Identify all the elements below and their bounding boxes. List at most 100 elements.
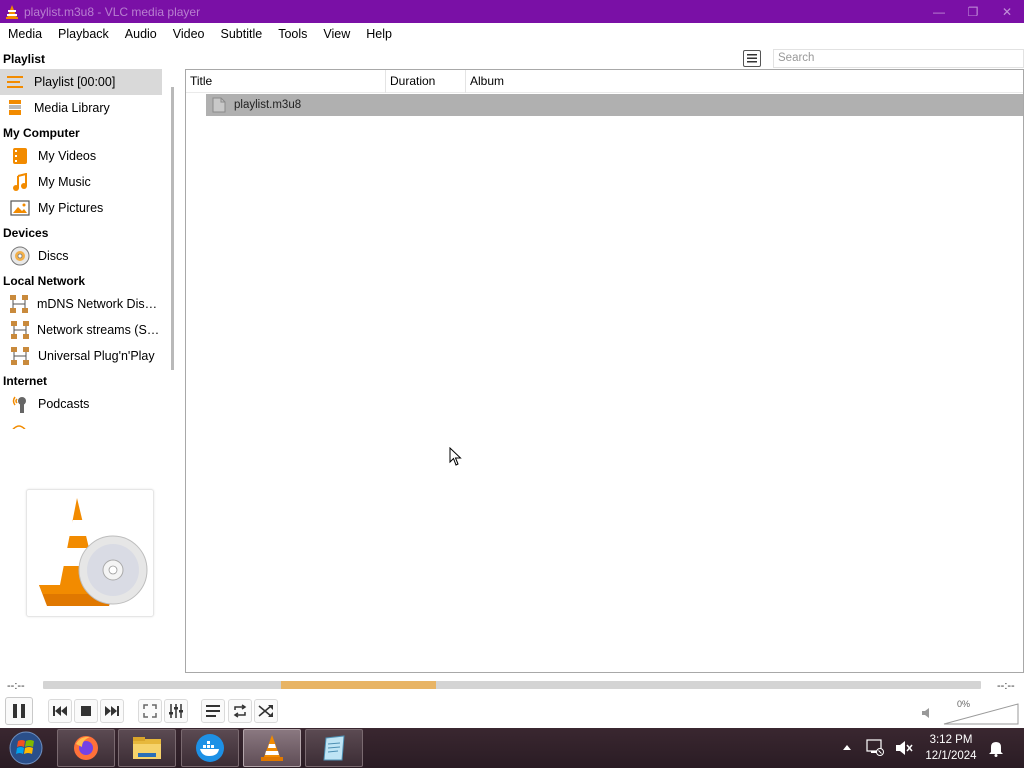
menu-tools[interactable]: Tools [270,23,315,45]
taskbar-docker[interactable] [181,729,239,767]
shuffle-button[interactable] [254,699,278,723]
section-heading-devices: Devices [3,226,49,240]
volume-slider[interactable] [943,703,1019,725]
taskbar-vlc[interactable] [243,729,301,767]
videos-icon [9,146,31,166]
search-input[interactable]: Search [773,49,1024,68]
seek-buffer [281,681,436,689]
elapsed-time: --:-- [7,680,25,692]
start-button[interactable] [3,729,49,767]
sidebar-item-playlist[interactable]: Playlist [00:00] [0,69,162,95]
menu-playback[interactable]: Playback [50,23,117,45]
pause-button[interactable] [5,697,33,725]
menu-bar: Media Playback Audio Video Subtitle Tool… [0,23,1024,45]
section-heading-playlist: Playlist [3,52,46,66]
taskbar: 3:12 PM 12/1/2024 [0,728,1024,768]
sidebar-item-podcasts[interactable]: Podcasts [0,391,162,417]
stop-icon [81,706,91,716]
sidebar: Playlist Playlist [00:00] Media Library … [0,47,176,672]
vlc-icon [261,735,283,761]
title-bar: playlist.m3u8 - VLC media player — ❐ ✕ [0,0,1024,23]
playlist-view-toggle-icon[interactable] [743,50,761,67]
vlc-app-icon [6,4,18,19]
playlist-header: Title Duration Album [186,70,1023,93]
sidebar-item-label: My Videos [38,149,97,163]
fullscreen-button[interactable] [138,699,162,723]
taskbar-file-explorer[interactable] [118,729,176,767]
network-tray-icon[interactable] [866,738,884,756]
section-heading-local-network: Local Network [3,274,86,288]
sidebar-scrollbar[interactable] [171,87,174,370]
extended-settings-button[interactable] [164,699,188,723]
fullscreen-icon [143,704,157,718]
network-icon [9,346,31,366]
sidebar-item-label: Discs [38,249,69,263]
remaining-time: --:-- [997,680,1015,692]
sidebar-item-label: Playlist [00:00] [34,75,116,89]
file-icon [212,97,226,113]
sidebar-item-label: My Music [38,175,91,189]
seek-slider[interactable] [43,681,981,689]
sidebar-item-label: Media Library [34,101,110,115]
folder-icon [133,737,161,759]
pause-icon [13,704,25,718]
playlist-panel: Title Duration Album playlist.m3u8 [185,69,1024,673]
menu-video[interactable]: Video [165,23,213,45]
sidebar-item-partial [9,421,159,429]
menu-audio[interactable]: Audio [117,23,165,45]
column-header-title[interactable]: Title [186,70,386,93]
sidebar-item-sap[interactable]: Network streams (SAP) [0,317,162,343]
sidebar-item-label: Network streams (SAP) [37,323,162,337]
window-title: playlist.m3u8 - VLC media player [24,4,201,19]
menu-subtitle[interactable]: Subtitle [213,23,271,45]
menu-help[interactable]: Help [358,23,400,45]
album-art [26,489,154,617]
sidebar-item-media-library[interactable]: Media Library [0,95,162,121]
sidebar-item-my-videos[interactable]: My Videos [0,143,162,169]
sidebar-item-label: Universal Plug'n'Play [38,349,155,363]
minimize-button[interactable]: — [922,0,956,23]
sidebar-item-upnp[interactable]: Universal Plug'n'Play [0,343,162,369]
playlist-toggle-icon [206,705,220,717]
firefox-icon [74,736,98,760]
close-button[interactable]: ✕ [990,0,1024,23]
playlist-toggle-button[interactable] [201,699,225,723]
menu-view[interactable]: View [315,23,358,45]
column-header-album[interactable]: Album [466,70,666,93]
column-header-duration[interactable]: Duration [386,70,466,93]
docker-icon [196,734,224,762]
taskbar-firefox[interactable] [57,729,115,767]
table-row[interactable]: playlist.m3u8 [206,94,1023,116]
speaker-icon[interactable] [921,707,935,719]
notification-icon[interactable] [988,739,1004,757]
stop-button[interactable] [74,699,98,723]
partial-icon [12,425,26,429]
tray-overflow-icon[interactable] [842,743,852,751]
next-button[interactable] [100,699,124,723]
previous-button[interactable] [48,699,72,723]
sidebar-item-my-pictures[interactable]: My Pictures [0,195,162,221]
network-icon [9,320,30,340]
taskbar-notepad[interactable] [305,729,363,767]
sidebar-item-discs[interactable]: Discs [0,243,162,269]
network-icon [9,294,30,314]
loop-button[interactable] [228,699,252,723]
sidebar-item-label: mDNS Network Disco... [36,297,162,311]
media-library-icon [5,98,27,118]
menu-media[interactable]: Media [0,23,50,45]
clock-date: 12/1/2024 [925,750,977,762]
row-title: playlist.m3u8 [234,99,302,111]
section-heading-internet: Internet [3,374,48,388]
vlc-cone-icon [39,498,148,606]
playback-controls: 0% [0,697,1024,727]
equalizer-icon [169,704,183,718]
mouse-cursor-icon [449,447,462,466]
sidebar-item-label: My Pictures [38,201,104,215]
sidebar-item-my-music[interactable]: My Music [0,169,162,195]
maximize-button[interactable]: ❐ [956,0,990,23]
playlist-icon [5,72,27,92]
taskbar-clock[interactable]: 3:12 PM 12/1/2024 [920,732,982,764]
sidebar-item-label: Podcasts [38,397,90,411]
sidebar-item-mdns[interactable]: mDNS Network Disco... [0,291,162,317]
speaker-tray-icon[interactable] [895,739,913,757]
